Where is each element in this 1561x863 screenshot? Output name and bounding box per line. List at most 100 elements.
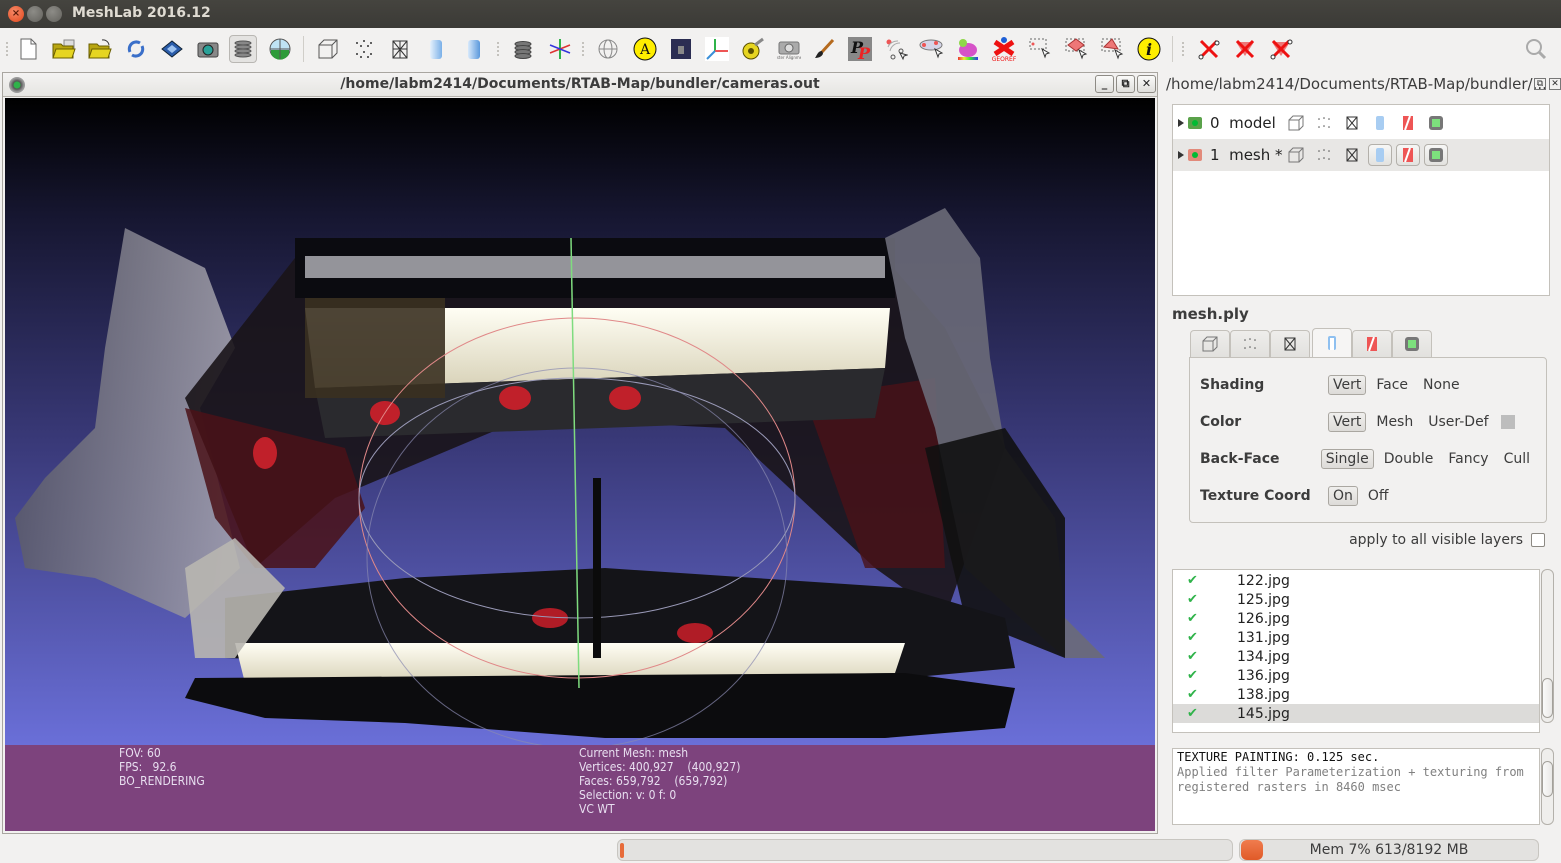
window-close-button[interactable]: ×	[8, 6, 24, 22]
raster-visible-check-icon[interactable]: ✔	[1187, 706, 1217, 721]
export-mesh-button[interactable]	[158, 35, 186, 63]
window-maximize-button[interactable]	[46, 6, 62, 22]
layer-solid-toggle[interactable]	[1368, 112, 1392, 134]
flat-shading-button[interactable]	[422, 35, 450, 63]
quality-mapper-button[interactable]	[954, 35, 982, 63]
document-restore-button[interactable]: ⧉	[1116, 75, 1135, 93]
layer-stack-button[interactable]	[509, 35, 537, 63]
select-connected-button[interactable]	[882, 35, 910, 63]
visibility-eye-icon[interactable]	[1188, 149, 1202, 161]
layer-points-toggle[interactable]	[1312, 144, 1336, 166]
layer-points-toggle[interactable]	[1312, 112, 1336, 134]
toolbar-grip[interactable]	[582, 42, 586, 56]
shading-face-option[interactable]: Face	[1371, 375, 1413, 395]
pickpoints-button[interactable]: PP	[846, 35, 874, 63]
raster-scroll-thumb[interactable]	[1542, 678, 1553, 718]
raster-list-scrollbar[interactable]	[1541, 569, 1554, 723]
measure-button[interactable]	[739, 35, 767, 63]
apply-all-checkbox[interactable]	[1531, 533, 1545, 547]
layer-vertex-select-toggle[interactable]	[1424, 144, 1448, 166]
shading-none-option[interactable]: None	[1418, 375, 1465, 395]
tab-solid[interactable]	[1312, 328, 1352, 357]
layer-solid-toggle[interactable]	[1368, 144, 1392, 166]
annotation-button[interactable]: A	[631, 35, 659, 63]
raster-visible-check-icon[interactable]: ✔	[1187, 649, 1217, 664]
delete-vertices-button[interactable]	[1195, 35, 1223, 63]
select-region-button[interactable]	[918, 35, 946, 63]
tab-bounding-box[interactable]	[1190, 330, 1230, 357]
raster-row[interactable]: ✔ 138.jpg	[1173, 685, 1539, 704]
color-vert-option[interactable]: Vert	[1328, 412, 1367, 432]
toolbar-grip[interactable]	[497, 42, 501, 56]
bounding-box-button[interactable]	[314, 35, 342, 63]
layer-dialog-button[interactable]	[229, 35, 257, 63]
delete-faces-vertices-button[interactable]	[1267, 35, 1295, 63]
raster-visible-check-icon[interactable]: ✔	[1187, 592, 1217, 607]
tab-texture[interactable]	[1352, 330, 1392, 357]
backface-double-option[interactable]: Double	[1379, 449, 1439, 469]
georef-button[interactable]: GEOREF	[990, 35, 1018, 63]
backface-fancy-option[interactable]: Fancy	[1443, 449, 1493, 469]
select-faces-button[interactable]	[1062, 35, 1090, 63]
layer-wireframe-toggle[interactable]	[1340, 112, 1364, 134]
raster-row[interactable]: ✔ 126.jpg	[1173, 609, 1539, 628]
trackball-button[interactable]	[594, 35, 622, 63]
tab-vertex-select[interactable]	[1392, 330, 1432, 357]
document-minimize-button[interactable]: _	[1095, 75, 1114, 93]
tab-points[interactable]	[1230, 330, 1270, 357]
axes-button[interactable]	[703, 35, 731, 63]
raster-button[interactable]	[667, 35, 695, 63]
texcoord-off-option[interactable]: Off	[1363, 486, 1394, 506]
raster-row[interactable]: ✔ 136.jpg	[1173, 666, 1539, 685]
info-button[interactable]: i	[1135, 35, 1163, 63]
raster-visible-check-icon[interactable]: ✔	[1187, 668, 1217, 683]
show-raster-button[interactable]	[266, 35, 294, 63]
raster-visible-check-icon[interactable]: ✔	[1187, 687, 1217, 702]
import-mesh-button[interactable]	[86, 35, 114, 63]
wireframe-button[interactable]	[386, 35, 414, 63]
delete-faces-button[interactable]	[1231, 35, 1259, 63]
tab-wireframe[interactable]	[1270, 330, 1310, 357]
layer-bbox-toggle[interactable]	[1284, 112, 1308, 134]
document-close-button[interactable]: ✕	[1137, 75, 1156, 93]
smooth-shading-button[interactable]	[460, 35, 488, 63]
3d-viewport[interactable]	[5, 98, 1155, 745]
layer-vertex-select-toggle[interactable]	[1424, 112, 1448, 134]
panel-float-button[interactable]: ⧉	[1534, 78, 1546, 90]
toolbar-grip[interactable]	[1182, 42, 1186, 56]
new-project-button[interactable]	[14, 35, 42, 63]
visibility-eye-icon[interactable]	[1188, 117, 1202, 129]
raster-row[interactable]: ✔ 125.jpg	[1173, 590, 1539, 609]
layer-bbox-toggle[interactable]	[1284, 144, 1308, 166]
raster-alignment-button[interactable]: Raster Alignment	[775, 35, 803, 63]
paint-button[interactable]	[810, 35, 838, 63]
texcoord-on-option[interactable]: On	[1328, 486, 1358, 506]
panel-close-button[interactable]: ✕	[1549, 78, 1561, 90]
raster-visible-check-icon[interactable]: ✔	[1187, 573, 1217, 588]
raster-row[interactable]: ✔ 145.jpg	[1173, 704, 1539, 723]
log-scrollbar[interactable]	[1541, 748, 1554, 825]
expand-arrow-icon[interactable]	[1178, 151, 1184, 159]
color-mesh-option[interactable]: Mesh	[1371, 412, 1418, 432]
raster-visible-check-icon[interactable]: ✔	[1187, 630, 1217, 645]
shading-vert-option[interactable]: Vert	[1328, 375, 1367, 395]
backface-cull-option[interactable]: Cull	[1499, 449, 1535, 469]
select-vertices-button[interactable]	[1026, 35, 1054, 63]
user-color-swatch[interactable]	[1500, 415, 1515, 429]
reload-button[interactable]	[122, 35, 150, 63]
points-button[interactable]	[350, 35, 378, 63]
select-faces-area-button[interactable]	[1098, 35, 1126, 63]
backface-single-option[interactable]: Single	[1320, 449, 1374, 469]
layer-row[interactable]: 0 model	[1173, 107, 1549, 139]
open-project-button[interactable]	[50, 35, 78, 63]
raster-row[interactable]: ✔ 122.jpg	[1173, 571, 1539, 590]
raster-row[interactable]: ✔ 134.jpg	[1173, 647, 1539, 666]
snapshot-button[interactable]	[194, 35, 222, 63]
expand-arrow-icon[interactable]	[1178, 119, 1184, 127]
layer-texture-toggle[interactable]	[1396, 144, 1420, 166]
window-minimize-button[interactable]	[27, 6, 43, 22]
raster-visible-check-icon[interactable]: ✔	[1187, 611, 1217, 626]
color-userdef-option[interactable]: User-Def	[1423, 412, 1493, 432]
layer-wireframe-toggle[interactable]	[1340, 144, 1364, 166]
raster-row[interactable]: ✔ 131.jpg	[1173, 628, 1539, 647]
